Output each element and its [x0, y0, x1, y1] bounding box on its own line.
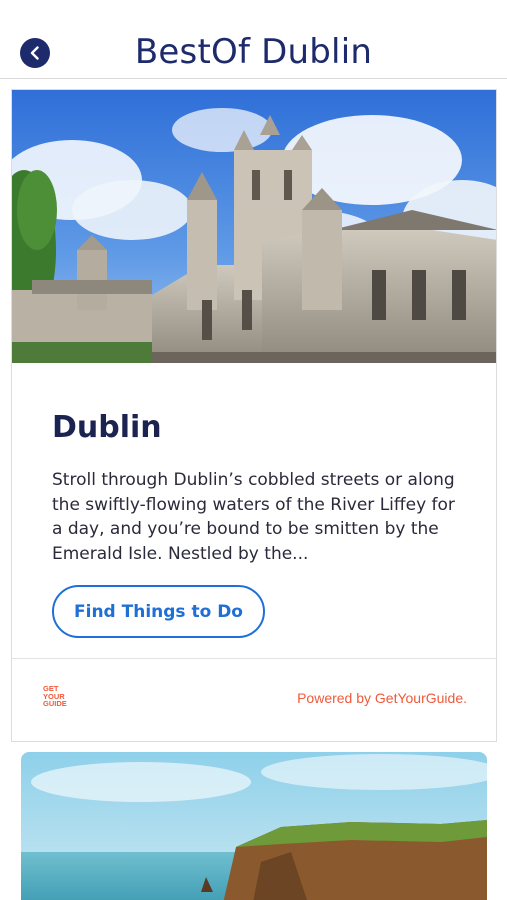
- app-header: BestOf Dublin: [0, 0, 507, 79]
- getyourguide-logo: GET YOUR GUIDE: [43, 685, 67, 708]
- find-things-button[interactable]: Find Things to Do: [52, 585, 265, 638]
- logo-line: GUIDE: [43, 699, 67, 708]
- powered-by-link[interactable]: Powered by GetYourGuide.: [297, 690, 467, 706]
- destination-image[interactable]: [12, 90, 496, 363]
- card-title: Dublin: [52, 410, 162, 445]
- cathedral-image: [12, 90, 496, 363]
- card-footer: GET YOUR GUIDE Powered by GetYourGuide.: [12, 658, 496, 741]
- destination-card: Dublin Stroll through Dublin’s cobbled s…: [11, 89, 497, 742]
- next-destination-card[interactable]: [21, 752, 487, 900]
- page-title: BestOf Dublin: [134, 32, 373, 72]
- card-description: Stroll through Dublin’s cobbled streets …: [52, 470, 455, 564]
- cliffs-image: [21, 752, 487, 900]
